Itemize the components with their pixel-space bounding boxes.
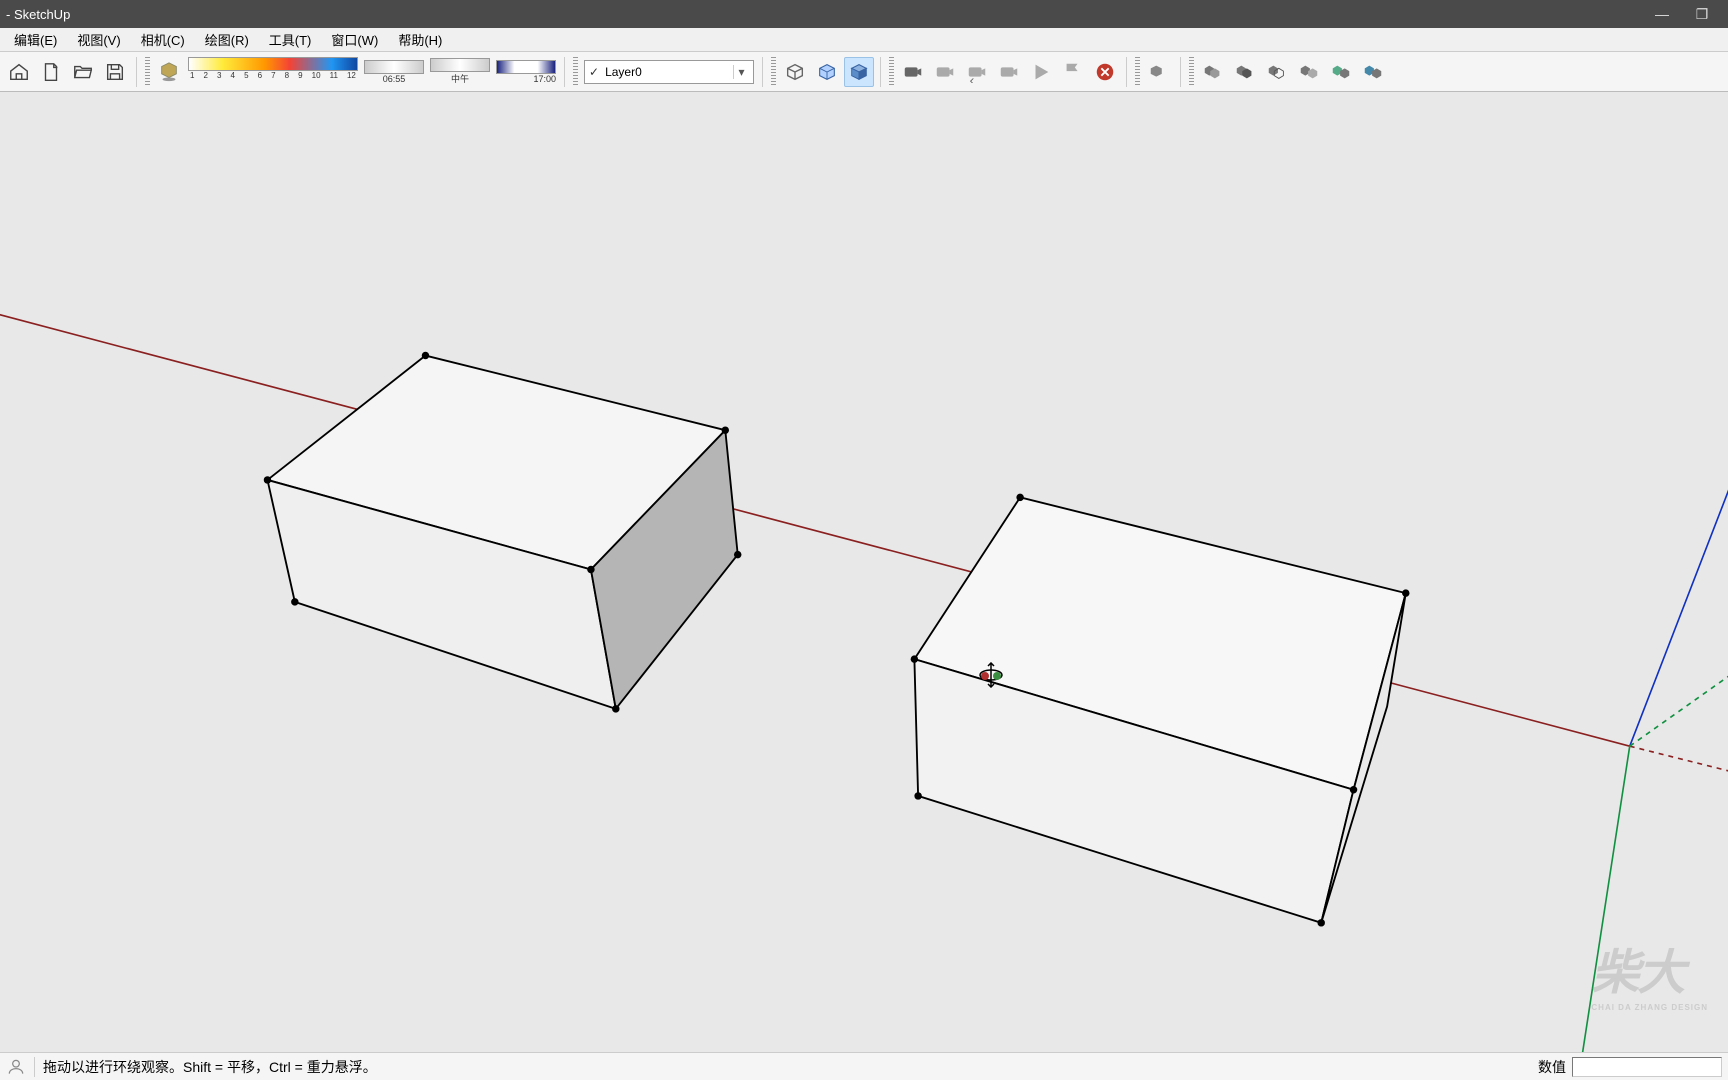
maximize-button[interactable]: ❐ [1682, 0, 1722, 28]
cube-transparent-icon [816, 61, 838, 83]
home-view-button[interactable] [4, 57, 34, 87]
solid-trim-icon [1298, 61, 1320, 83]
shadow-time-noon[interactable]: 中午 [430, 58, 490, 85]
user-icon [6, 1057, 26, 1077]
solid-subtract-button[interactable] [1262, 57, 1292, 87]
shadow-time-start[interactable]: 06:55 [364, 60, 424, 84]
axis-green-neg [1630, 632, 1728, 746]
cube-solid-icon [848, 61, 870, 83]
axis-red-neg [1630, 746, 1728, 790]
menu-edit[interactable]: 编辑(E) [4, 28, 67, 51]
solid-outer-icon [1362, 61, 1384, 83]
menu-tools[interactable]: 工具(T) [259, 28, 322, 51]
model-box-left[interactable] [264, 352, 742, 713]
solid-intersect-button[interactable] [1230, 57, 1260, 87]
open-file-button[interactable] [68, 57, 98, 87]
shadow-toggle-button[interactable] [154, 57, 184, 87]
menu-help[interactable]: 帮助(H) [388, 28, 452, 51]
statusbar: 拖动以进行环绕观察。Shift = 平移，Ctrl = 重力悬浮。 数值 [0, 1052, 1728, 1080]
axis-blue [1630, 472, 1728, 746]
component-button[interactable] [1144, 57, 1174, 87]
new-file-button[interactable] [36, 57, 66, 87]
shadow-icon [158, 61, 180, 83]
value-label: 数值 [1538, 1057, 1566, 1077]
layer-selected-label: Layer0 [605, 65, 733, 79]
menu-draw[interactable]: 绘图(R) [195, 28, 259, 51]
camera-icon [902, 61, 924, 83]
viewport-3d[interactable]: 柴大 CHAI DA ZHANG DESIGN [0, 92, 1728, 1052]
model-box-right[interactable] [911, 494, 1410, 927]
solid-union-button[interactable] [1198, 57, 1228, 87]
home-icon [8, 61, 30, 83]
titlebar: - SketchUp — ❐ [0, 0, 1728, 28]
save-file-button[interactable] [100, 57, 130, 87]
shadow-time-end[interactable]: 17:00 [496, 60, 556, 84]
menubar: 编辑(E) 视图(V) 相机(C) 绘图(R) 工具(T) 窗口(W) 帮助(H… [0, 28, 1728, 52]
scene-update-button[interactable] [930, 57, 960, 87]
check-icon: ✓ [589, 65, 599, 79]
window-title: - SketchUp [6, 7, 1642, 22]
cube-outline-icon [784, 61, 806, 83]
menu-view[interactable]: 视图(V) [67, 28, 130, 51]
status-hint: 拖动以进行环绕观察。Shift = 平移，Ctrl = 重力悬浮。 [34, 1057, 1538, 1077]
scene-delete-button[interactable] [1090, 57, 1120, 87]
solid-union-icon [1202, 61, 1224, 83]
minimize-button[interactable]: — [1642, 0, 1682, 28]
folder-open-icon [72, 61, 94, 83]
layer-dropdown[interactable]: ✓ Layer0 ▾ [584, 60, 754, 84]
shaded-view-button[interactable] [844, 57, 874, 87]
solid-split-button[interactable] [1326, 57, 1356, 87]
scene-play-button[interactable] [1026, 57, 1056, 87]
solid-outer-button[interactable] [1358, 57, 1388, 87]
iso-view-button[interactable] [780, 57, 810, 87]
flag-icon [1062, 61, 1084, 83]
menu-camera[interactable]: 相机(C) [131, 28, 195, 51]
value-input[interactable] [1572, 1057, 1722, 1077]
scene-add-button[interactable] [898, 57, 928, 87]
scene-flag-button[interactable] [1058, 57, 1088, 87]
solid-subtract-icon [1266, 61, 1288, 83]
chevron-down-icon: ▾ [733, 65, 749, 79]
camera-refresh-icon [934, 61, 956, 83]
solid-split-icon [1330, 61, 1352, 83]
shadow-date-slider[interactable]: 123456789101112 [188, 57, 358, 87]
save-icon [104, 61, 126, 83]
xray-view-button[interactable] [812, 57, 842, 87]
camera-prev-icon [966, 61, 988, 83]
delete-icon [1094, 61, 1116, 83]
menu-window[interactable]: 窗口(W) [321, 28, 388, 51]
play-icon [1030, 61, 1052, 83]
scene-prev-button[interactable] [962, 57, 992, 87]
box-group-icon [1148, 61, 1170, 83]
axis-green [1580, 746, 1630, 1052]
toolbar: 123456789101112 06:55 中午 17:00 ✓ Layer0 … [0, 52, 1728, 92]
solid-trim-button[interactable] [1294, 57, 1324, 87]
scene-next-button[interactable] [994, 57, 1024, 87]
solid-intersect-icon [1234, 61, 1256, 83]
camera-next-icon [998, 61, 1020, 83]
file-new-icon [40, 61, 62, 83]
